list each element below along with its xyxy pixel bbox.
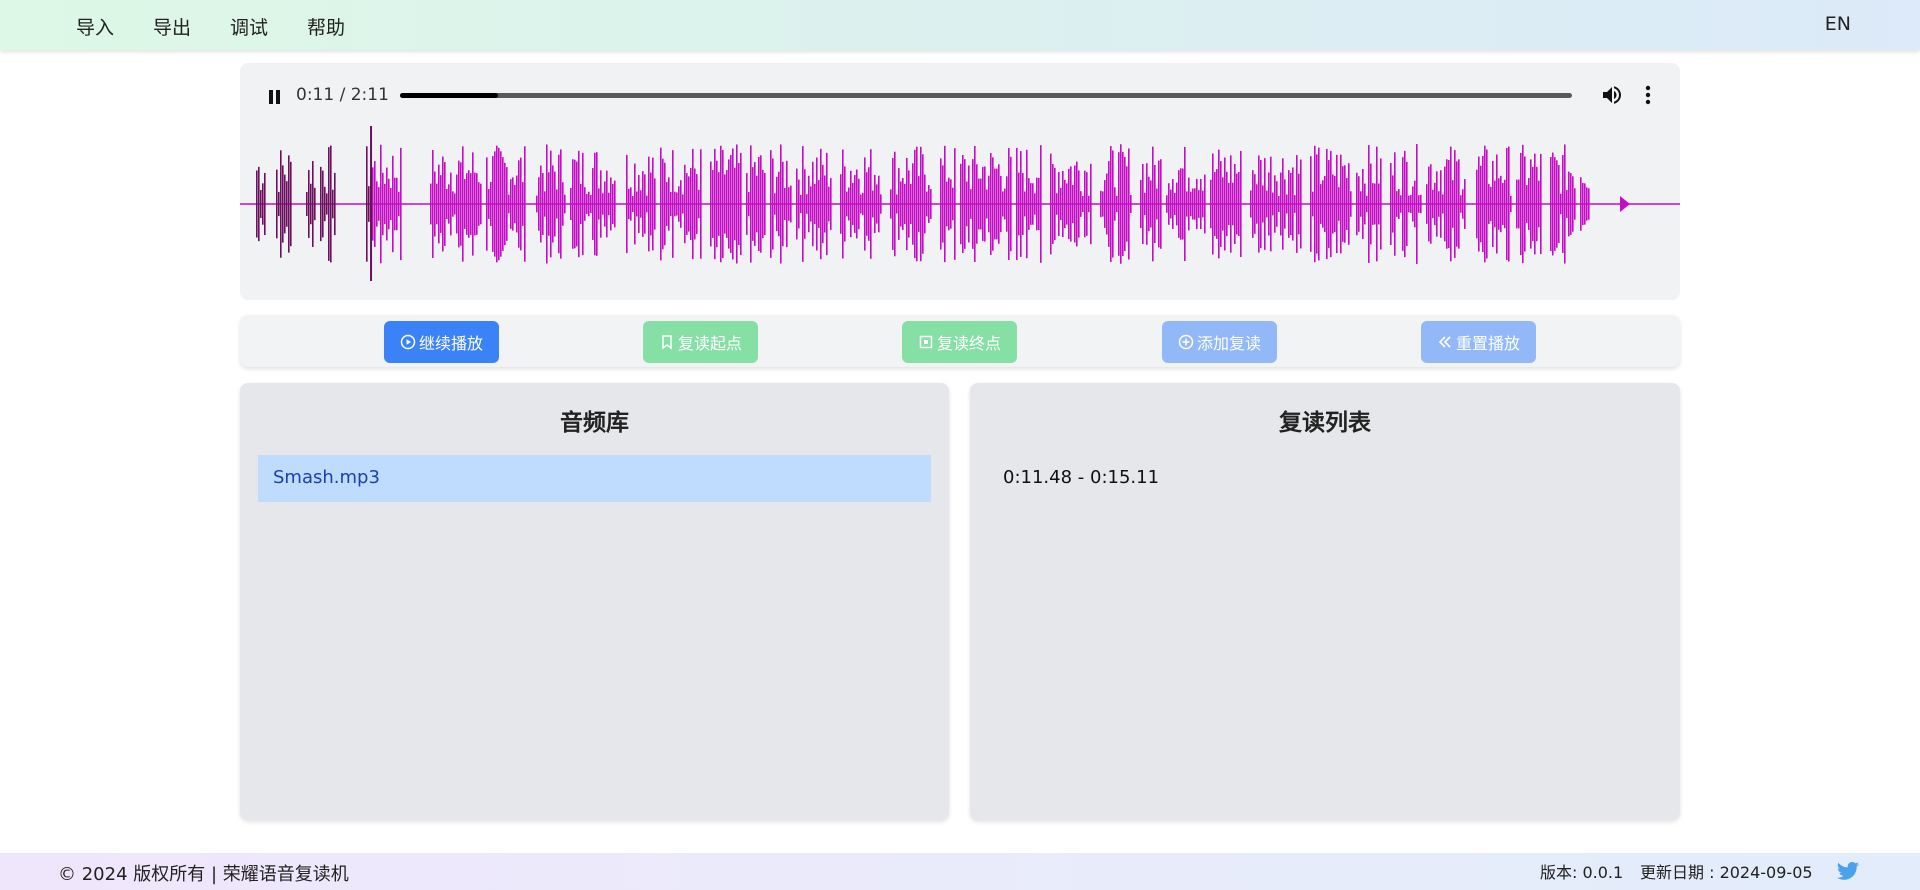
control-bar: 继续播放 复读起点 复读终点 添加复读 重置播放 (240, 315, 1680, 367)
reset-play-button[interactable]: 重置播放 (1421, 321, 1536, 363)
repeat-end-button[interactable]: 复读终点 (902, 321, 1017, 363)
volume-icon[interactable] (1600, 83, 1624, 107)
nav-help[interactable]: 帮助 (307, 13, 345, 40)
continue-play-label: 继续播放 (418, 334, 483, 353)
repeat-segment-item[interactable]: 0:11.48 - 0:15.11 (1003, 467, 1159, 488)
nav-debug[interactable]: 调试 (230, 13, 268, 40)
plus-circle-icon (1178, 334, 1194, 350)
stop-square-icon (919, 335, 933, 349)
audio-player: 0:11 / 2:11 (240, 63, 1680, 300)
seek-bar[interactable] (400, 93, 1572, 98)
nav-export[interactable]: 导出 (153, 13, 191, 40)
nav-import[interactable]: 导入 (76, 13, 114, 40)
continue-play-button[interactable]: 继续播放 (384, 321, 499, 363)
repeat-start-label: 复读起点 (677, 334, 742, 353)
repeat-list-panel: 复读列表 0:11.48 - 0:15.11 (970, 383, 1680, 820)
audio-library-panel: 音频库 Smash.mp3 (240, 383, 949, 820)
twitter-bird-icon[interactable] (1836, 859, 1860, 883)
language-toggle[interactable]: EN (1825, 13, 1851, 35)
more-vert-icon[interactable] (1640, 83, 1656, 107)
audio-library-title: 音频库 (560, 410, 629, 436)
reset-play-label: 重置播放 (1455, 334, 1520, 353)
seek-bar-played (400, 93, 499, 98)
repeat-list-title: 复读列表 (1279, 410, 1371, 436)
add-repeat-button[interactable]: 添加复读 (1162, 321, 1277, 363)
add-repeat-label: 添加复读 (1196, 334, 1261, 353)
copyright-text: © 2024 版权所有 | 荣耀语音复读机 (58, 864, 349, 885)
pause-icon[interactable] (264, 85, 284, 109)
version-text: 版本: 0.0.1 (1540, 863, 1624, 882)
footer: © 2024 版权所有 | 荣耀语音复读机 版本: 0.0.1 更新日期 : 2… (0, 853, 1920, 890)
list-item[interactable]: Smash.mp3 (258, 455, 931, 502)
bookmark-icon (662, 335, 672, 350)
play-circle-icon (400, 334, 416, 350)
double-chevron-left-icon (1438, 336, 1451, 348)
top-nav-bar: 导入 导出 调试 帮助 EN (0, 0, 1920, 50)
waveform[interactable] (240, 126, 1680, 300)
repeat-end-label: 复读终点 (936, 334, 1001, 353)
time-readout: 0:11 / 2:11 (296, 85, 389, 105)
repeat-start-button[interactable]: 复读起点 (643, 321, 758, 363)
update-date-text: 更新日期 : 2024-09-05 (1640, 863, 1813, 882)
